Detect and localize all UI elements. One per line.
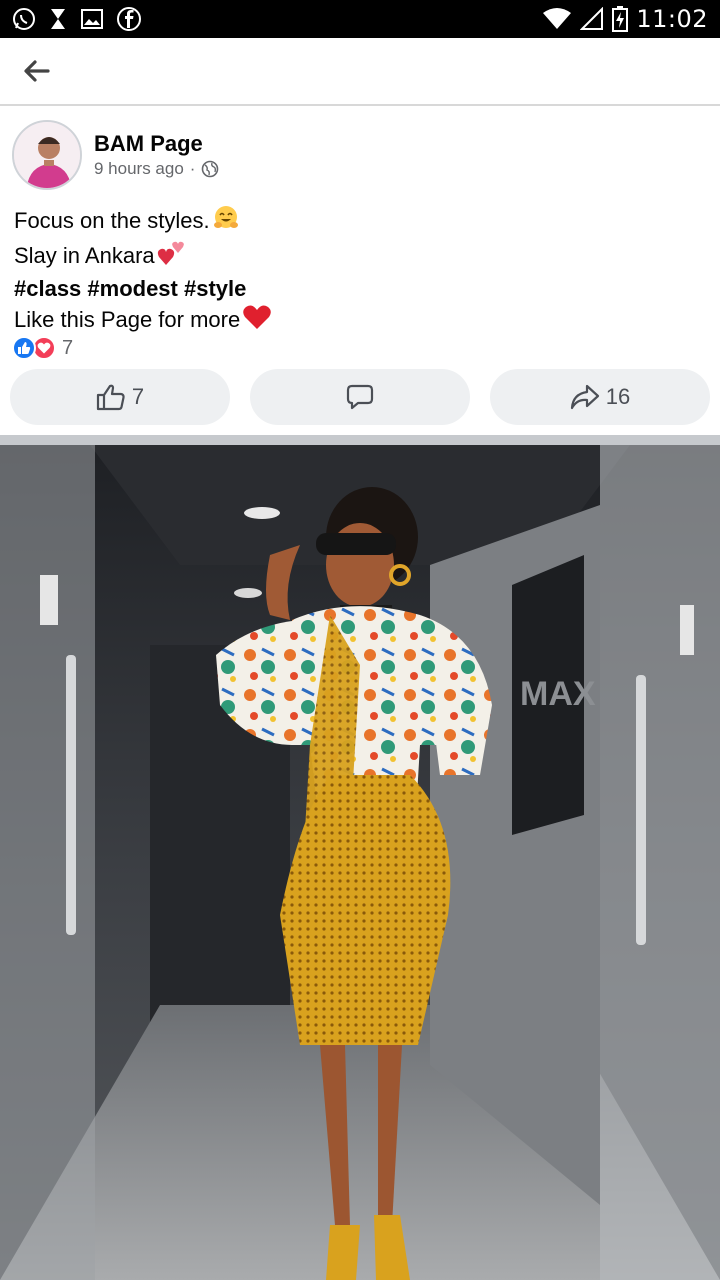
svg-text:MAX: MAX (520, 675, 596, 713)
status-time: 11:02 (636, 5, 708, 33)
time-ago[interactable]: 9 hours ago (94, 158, 184, 180)
reactions-summary[interactable]: 7 (12, 334, 73, 362)
share-arrow-icon (570, 384, 599, 410)
avatar[interactable] (12, 120, 82, 190)
comment-icon (346, 384, 374, 410)
hashtags[interactable]: #class #modest #style (14, 274, 704, 303)
thumbs-up-icon (96, 384, 125, 411)
battery-charging-icon (612, 6, 629, 32)
red-heart-icon (242, 303, 272, 338)
like-count: 7 (131, 384, 145, 409)
wifi-icon (542, 7, 572, 31)
facebook-icon (116, 6, 142, 32)
post-line: Like this Page for more (14, 303, 704, 338)
share-count: 16 (605, 384, 631, 409)
signal-icon (580, 7, 604, 31)
section-divider (0, 435, 720, 445)
meta-separator: · (189, 159, 196, 178)
share-button[interactable]: 16 (490, 369, 710, 425)
back-arrow-icon (24, 60, 50, 82)
like-reaction-icon (12, 336, 36, 360)
hugging-face-icon (212, 204, 240, 239)
globe-icon (202, 160, 219, 178)
hourglass-icon (48, 7, 68, 31)
top-app-bar (0, 38, 720, 106)
post-photo[interactable]: MAX (0, 445, 720, 1280)
comment-button[interactable] (250, 369, 470, 425)
post-actions: 7 16 (10, 369, 710, 425)
post-meta: 9 hours ago · (94, 158, 219, 180)
post-line: Focus on the styles. (14, 204, 704, 239)
post-header: BAM Page 9 hours ago · (0, 110, 720, 200)
status-bar: 11:02 (0, 0, 720, 38)
post-body: Focus on the styles. Slay in Ankara #cla… (14, 204, 704, 338)
post-line: Slay in Ankara (14, 239, 704, 274)
whatsapp-icon (12, 7, 36, 31)
two-hearts-icon (157, 239, 187, 274)
reaction-count: 7 (62, 336, 74, 359)
back-button[interactable] (18, 53, 54, 89)
like-button[interactable]: 7 (10, 369, 230, 425)
gallery-icon (80, 8, 104, 30)
page-name[interactable]: BAM Page (94, 130, 219, 158)
